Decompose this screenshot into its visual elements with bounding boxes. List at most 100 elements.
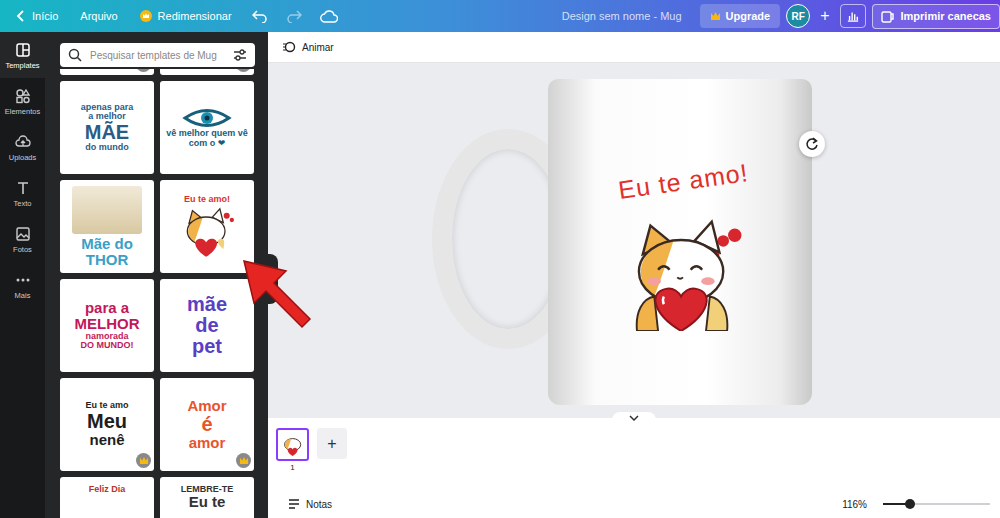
cat-illustration [177,206,237,258]
workspace: TemplatesElementosUploadsTextoFotosMais P… [0,32,1000,518]
templates-icon [15,42,31,58]
template-text: pet [192,336,222,357]
template-text: nenê [89,432,124,448]
redo-icon [286,9,302,23]
sidebar-item[interactable]: Uploads [0,124,45,170]
premium-badge [236,453,251,468]
notes-button[interactable]: Notas [282,497,338,511]
template-text: THOR [86,252,129,268]
template-card[interactable]: para aMELHORnamoradaDO MUNDO! [60,279,154,372]
print-area[interactable]: Eu te amo! [607,167,753,405]
add-member-button[interactable]: + [816,7,833,25]
redo-button[interactable] [280,5,308,27]
cloud-icon [320,10,338,23]
premium-badge [136,69,151,72]
upload-icon [15,134,31,150]
regenerate-button[interactable] [799,131,825,157]
shapes-icon [15,88,31,104]
cloud-save-button[interactable] [314,6,344,27]
template-text: Eu te [189,494,226,510]
mug-body: Eu te amo! [548,79,812,405]
template-text: para a [85,300,129,316]
search-icon [68,48,82,62]
design-headline[interactable]: Eu te amo! [616,158,750,205]
pages-toggle[interactable] [612,412,656,424]
animate-icon [282,40,296,54]
template-card[interactable]: apenas paraa melhorMÃEdo mundo [60,81,154,174]
template-text: mãe [187,294,227,315]
print-button[interactable]: Imprimir canecas [872,4,1000,29]
template-card[interactable] [60,69,154,75]
template-text: do mundo [85,143,129,152]
sidebar-item[interactable]: Mais [0,262,45,308]
template-text: MELHOR [75,316,140,332]
refresh-icon [805,137,819,151]
upgrade-button[interactable]: Upgrade [700,4,781,28]
file-menu[interactable]: Arquivo [72,6,125,26]
template-text: DO MUNDO! [81,341,134,350]
template-text: MÃE [85,122,129,143]
template-card[interactable] [160,69,254,75]
filter-icon[interactable] [233,49,247,61]
sidebar-item[interactable]: Texto [0,170,45,216]
pages-strip: 1+ [268,418,1000,490]
crown-icon [140,10,152,22]
templates-list: apenas paraa melhorMÃEdo mundovê melhor … [45,69,268,518]
sidebar-item[interactable]: Elementos [0,78,45,124]
editor-main: AnimarEu te amo!1+Notas116% [268,32,1000,518]
template-card[interactable]: Eu te amoMeunenê [60,378,154,471]
zoom-slider[interactable] [883,503,990,505]
dog-photo [72,186,142,234]
template-text: amor [189,435,226,451]
add-page-button[interactable]: + [317,428,347,459]
undo-button[interactable] [246,5,274,27]
sidebar: TemplatesElementosUploadsTextoFotosMais [0,32,45,518]
template-text: namorada [85,332,128,341]
mug-mockup[interactable]: Eu te amo! [548,79,812,405]
template-card[interactable]: mãedepet [160,279,254,372]
sidebar-item[interactable]: Fotos [0,216,45,262]
template-card[interactable]: vê melhor quem vêcom o ❤ [160,81,254,174]
document-title[interactable]: Design sem nome - Mug [562,10,682,22]
template-text: Eu te amo [85,401,128,410]
template-text: Mãe do [81,236,133,252]
cat-illustration[interactable] [613,216,753,331]
more-icon [15,272,31,288]
premium-badge [236,69,251,72]
template-text: apenas para [81,103,134,112]
sidebar-item[interactable]: Templates [0,32,45,78]
eye-icon [182,107,232,129]
insights-button[interactable] [840,4,866,28]
slider-thumb[interactable] [905,499,915,509]
premium-badge [136,453,151,468]
template-text: Meu [87,411,127,432]
crown-icon [710,11,721,21]
red-arrow-annotation [240,257,316,333]
zoom-value[interactable]: 116% [842,499,867,510]
animate-button[interactable]: Animar [276,39,340,55]
notes-icon [288,498,300,510]
page-thumbnail[interactable]: 1 [276,428,309,472]
template-card[interactable]: Amoréamor [160,378,254,471]
context-toolbar: Animar [268,32,1000,63]
crown-icon [239,456,249,465]
crown-icon [139,456,149,465]
back-button[interactable]: Início [8,6,66,26]
template-text: com o ❤ [189,139,226,148]
template-card[interactable]: Mãe doTHOR [60,180,154,273]
search-field[interactable]: Pesquisar templates de Mug [60,43,255,67]
text-icon [15,180,31,196]
template-text: Eu te amo! [184,195,230,204]
chevron-left-icon [16,10,26,22]
bottom-bar: Notas 116% [268,490,1000,518]
photo-icon [15,226,31,242]
resize-button[interactable]: Redimensionar [132,6,240,26]
canva-editor: Início Arquivo Redimensionar Design sem nom… [0,0,1000,518]
undo-icon [252,9,268,23]
user-avatar[interactable]: RF [786,4,810,28]
template-text: Feliz Dia [89,485,126,494]
template-text: vê melhor quem vê [166,129,248,138]
template-card[interactable]: Feliz Dia [60,477,154,518]
template-card[interactable]: LEMBRE-TEEu te [160,477,254,518]
template-card[interactable]: Eu te amo! [160,180,254,273]
